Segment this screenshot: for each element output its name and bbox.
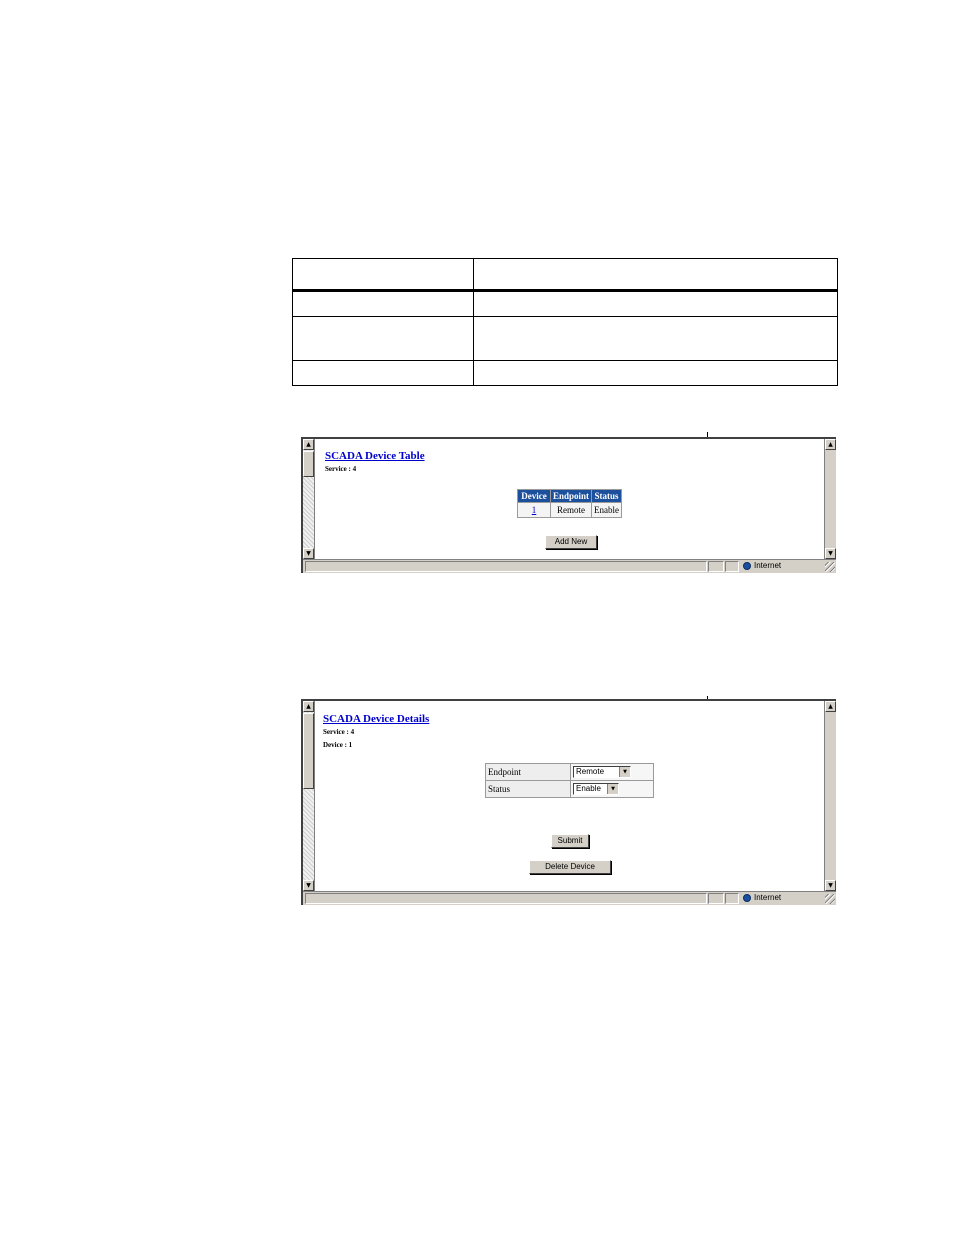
- resize-grip-icon[interactable]: [825, 562, 835, 572]
- scroll-thumb[interactable]: [303, 713, 314, 789]
- scroll-up-icon[interactable]: ▲: [303, 701, 314, 712]
- column-header-device: Device: [517, 489, 551, 503]
- page-content: SCADA Device Details Service : 4 Device …: [317, 701, 822, 891]
- security-zone: Internet: [741, 561, 825, 572]
- scroll-up-icon[interactable]: ▲: [825, 439, 836, 450]
- zone-label: Internet: [754, 893, 782, 902]
- status-bar-cell: [708, 561, 724, 572]
- endpoint-select-value: Remote: [576, 767, 605, 776]
- resize-grip-icon[interactable]: [825, 894, 835, 904]
- add-new-button[interactable]: Add New: [545, 535, 597, 549]
- right-scrollbar[interactable]: ▲ ▼: [824, 439, 836, 559]
- status-bar-message: [305, 893, 707, 904]
- status-bar-cell: [725, 561, 739, 572]
- status-bar: Internet: [303, 891, 836, 905]
- document-table-row: [292, 290, 838, 317]
- document-table-row: [292, 316, 838, 361]
- security-zone: Internet: [741, 893, 825, 904]
- form-row-endpoint: Endpoint Remote ▼: [485, 763, 654, 781]
- service-label: Service : 4: [323, 728, 355, 736]
- scroll-down-icon[interactable]: ▼: [825, 548, 836, 559]
- browser-window-device-table: ▲ ▼ ▲ ▼ SCADA Device Table Service : 4 D…: [301, 437, 836, 573]
- status-bar-message: [305, 561, 707, 572]
- chevron-down-icon[interactable]: ▼: [607, 784, 618, 794]
- endpoint-label: Endpoint: [485, 763, 571, 781]
- status-label: Status: [485, 780, 571, 798]
- form-row-status: Status Enable ▼: [485, 780, 654, 798]
- status-select[interactable]: Enable ▼: [573, 783, 619, 795]
- table-row: 1 Remote Enable: [517, 502, 623, 518]
- zone-label: Internet: [754, 561, 782, 570]
- status-bar-cell: [725, 893, 739, 904]
- browser-window-device-details: ▲ ▼ ▲ ▼ SCADA Device Details Service : 4…: [301, 699, 836, 905]
- status-bar-cell: [708, 893, 724, 904]
- scroll-up-icon[interactable]: ▲: [303, 439, 314, 450]
- page-title[interactable]: SCADA Device Details: [323, 713, 429, 725]
- status-cell: Enable: [591, 502, 623, 518]
- column-header-status: Status: [591, 489, 623, 503]
- endpoint-cell: Remote ▼: [570, 763, 654, 781]
- scroll-down-icon[interactable]: ▼: [303, 548, 314, 559]
- status-cell: Enable ▼: [570, 780, 654, 798]
- chevron-down-icon[interactable]: ▼: [619, 767, 630, 777]
- device-label: Device : 1: [323, 741, 353, 749]
- document-table-row: [292, 360, 838, 386]
- document-table-header-row: [292, 258, 838, 292]
- left-scrollbar[interactable]: ▲ ▼: [303, 701, 315, 891]
- column-header-endpoint: Endpoint: [549, 489, 593, 503]
- endpoint-select[interactable]: Remote ▼: [573, 766, 631, 778]
- page-content: SCADA Device Table Service : 4 Device En…: [317, 439, 822, 559]
- document-table: [292, 258, 838, 386]
- right-scrollbar[interactable]: ▲ ▼: [824, 701, 836, 891]
- globe-icon: [743, 561, 751, 570]
- device-table: Device Endpoint Status 1 Remote Enable: [517, 489, 623, 518]
- delete-device-button[interactable]: Delete Device: [529, 860, 611, 874]
- status-select-value: Enable: [576, 784, 601, 793]
- page-title[interactable]: SCADA Device Table: [325, 450, 425, 462]
- scroll-down-icon[interactable]: ▼: [303, 880, 314, 891]
- device-link[interactable]: 1: [532, 505, 537, 515]
- submit-button[interactable]: Submit: [551, 834, 589, 848]
- endpoint-cell: Remote: [549, 502, 593, 518]
- scroll-down-icon[interactable]: ▼: [825, 880, 836, 891]
- left-scrollbar[interactable]: ▲ ▼: [303, 439, 315, 559]
- globe-icon: [743, 893, 751, 902]
- service-label: Service : 4: [325, 465, 357, 473]
- scroll-up-icon[interactable]: ▲: [825, 701, 836, 712]
- scroll-thumb[interactable]: [303, 451, 314, 477]
- status-bar: Internet: [303, 559, 836, 573]
- device-details-form: Endpoint Remote ▼ Status Enable ▼: [485, 763, 654, 798]
- device-cell: 1: [517, 502, 551, 518]
- device-table-header: Device Endpoint Status: [517, 489, 623, 503]
